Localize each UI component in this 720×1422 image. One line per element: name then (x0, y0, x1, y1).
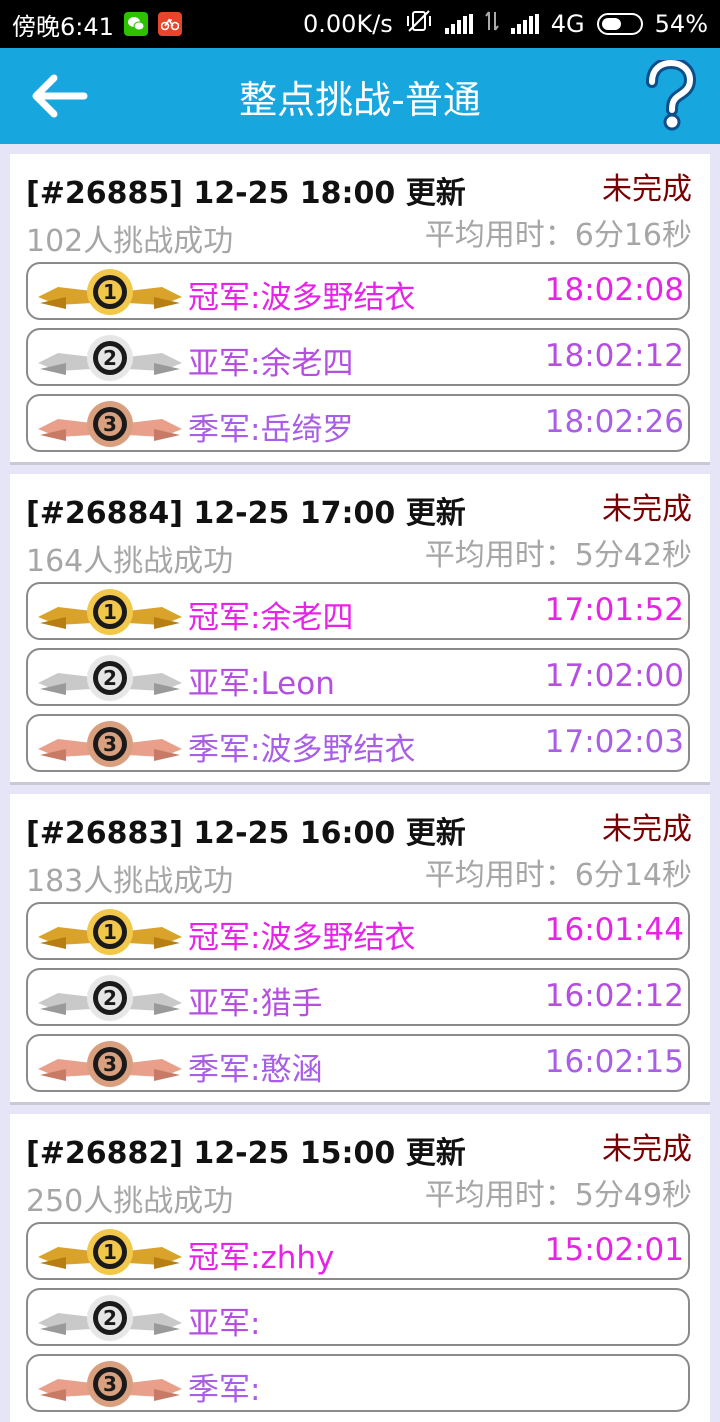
rank-row-runner-up[interactable]: 2 亚军:余老四 18:02:12 (26, 328, 690, 386)
challenge-heading: [#26882] 12-25 15:00 更新 (26, 1136, 466, 1171)
bronze-medal-icon: 3 (38, 1041, 182, 1087)
success-count: 164人挑战成功 (26, 544, 234, 579)
rank-finish-time: 18:02:26 (544, 404, 684, 440)
battery-icon (596, 13, 643, 35)
rank-player-name: 冠军:波多野结衣 (188, 280, 416, 316)
challenge-card[interactable]: [#26883] 12-25 16:00 更新 未完成 183人挑战成功 平均用时：6… (10, 794, 710, 1102)
success-count: 183人挑战成功 (26, 864, 234, 899)
app-notification-icon (157, 12, 182, 36)
rank-finish-time: 16:02:15 (544, 1044, 684, 1080)
svg-text:3: 3 (103, 1372, 117, 1396)
challenge-status: 未完成 (602, 172, 692, 207)
rank-finish-time: 16:01:44 (544, 912, 684, 948)
svg-text:2: 2 (103, 1306, 117, 1330)
rank-player-name: 季军:憨涵 (188, 1052, 323, 1088)
svg-text:1: 1 (103, 600, 117, 624)
data-arrows-icon (484, 10, 499, 38)
signal-icon (510, 14, 539, 34)
silver-medal-icon: 2 (38, 335, 182, 381)
success-count: 102人挑战成功 (26, 224, 234, 259)
svg-text:3: 3 (103, 412, 117, 436)
rank-row-champion[interactable]: 1 冠军:波多野结衣 16:01:44 (26, 902, 690, 960)
rank-player-name: 亚军:余老四 (188, 346, 354, 382)
average-time: 平均用时：6分16秒 (424, 218, 692, 253)
bronze-medal-icon: 3 (38, 1361, 182, 1407)
svg-text:3: 3 (103, 732, 117, 756)
svg-text:2: 2 (103, 346, 117, 370)
bronze-medal-icon: 3 (38, 721, 182, 767)
success-count: 250人挑战成功 (26, 1184, 234, 1219)
page-title: 整点挑战-普通 (239, 77, 481, 122)
average-time: 平均用时：6分14秒 (424, 858, 692, 893)
rank-finish-time: 15:02:01 (544, 1232, 684, 1268)
rank-finish-time: 17:02:03 (544, 724, 684, 760)
rank-player-name: 亚军: (188, 1306, 261, 1342)
challenge-card[interactable]: [#26885] 12-25 18:00 更新 未完成 102人挑战成功 平均用时：6… (10, 154, 710, 462)
rank-player-name: 冠军:波多野结衣 (188, 920, 416, 956)
rank-finish-time: 16:02:12 (544, 978, 684, 1014)
rank-row-champion[interactable]: 1 冠军:余老四 17:01:52 (26, 582, 690, 640)
rank-row-runner-up[interactable]: 2 亚军:Leon 17:02:00 (26, 648, 690, 706)
challenge-heading: [#26885] 12-25 18:00 更新 (26, 176, 466, 211)
rank-player-name: 季军:波多野结衣 (188, 732, 416, 768)
rank-row-third[interactable]: 3 季军: (26, 1354, 690, 1412)
svg-text:1: 1 (103, 280, 117, 304)
svg-text:2: 2 (103, 666, 117, 690)
battery-percent: 54% (654, 10, 708, 38)
rank-finish-time: 17:02:00 (544, 658, 684, 694)
rank-player-name: 冠军:zhhy (188, 1240, 335, 1276)
challenge-card[interactable]: [#26882] 12-25 15:00 更新 未完成 250人挑战成功 平均用时：5… (10, 1114, 710, 1422)
status-time: 傍晚6:41 (12, 12, 114, 41)
challenge-heading: [#26884] 12-25 17:00 更新 (26, 496, 466, 531)
mute-vibrate-icon (405, 9, 433, 39)
rank-player-name: 季军:岳绮罗 (188, 412, 354, 448)
rank-row-champion[interactable]: 1 冠军:波多野结衣 18:02:08 (26, 262, 690, 320)
challenge-status: 未完成 (602, 492, 692, 527)
rank-row-third[interactable]: 3 季军:波多野结衣 17:02:03 (26, 714, 690, 772)
average-time: 平均用时：5分49秒 (424, 1178, 692, 1213)
silver-medal-icon: 2 (38, 655, 182, 701)
rank-finish-time: 18:02:12 (544, 338, 684, 374)
app-bar: 整点挑战-普通 (0, 48, 720, 144)
svg-text:2: 2 (103, 986, 117, 1010)
network-type: 4G (550, 10, 585, 38)
rank-player-name: 亚军:Leon (188, 666, 335, 702)
challenge-status: 未完成 (602, 812, 692, 847)
silver-medal-icon: 2 (38, 1295, 182, 1341)
rank-player-name: 冠军:余老四 (188, 600, 354, 636)
svg-text:3: 3 (103, 1052, 117, 1076)
silver-medal-icon: 2 (38, 975, 182, 1021)
back-button[interactable] (30, 74, 90, 118)
rank-player-name: 亚军:猎手 (188, 986, 323, 1022)
svg-text:1: 1 (103, 920, 117, 944)
challenge-heading: [#26883] 12-25 16:00 更新 (26, 816, 466, 851)
challenge-card[interactable]: [#26884] 12-25 17:00 更新 未完成 164人挑战成功 平均用时：5… (10, 474, 710, 782)
help-button[interactable] (642, 56, 698, 132)
gold-medal-icon: 1 (38, 909, 182, 955)
net-speed: 0.00K/s (303, 10, 393, 38)
rank-finish-time: 17:01:52 (544, 592, 684, 628)
gold-medal-icon: 1 (38, 269, 182, 315)
gold-medal-icon: 1 (38, 1229, 182, 1275)
bronze-medal-icon: 3 (38, 401, 182, 447)
rank-row-runner-up[interactable]: 2 亚军:猎手 16:02:12 (26, 968, 690, 1026)
wechat-icon (123, 12, 148, 36)
arrow-left-icon (32, 74, 88, 118)
gold-medal-icon: 1 (38, 589, 182, 635)
rank-row-third[interactable]: 3 季军:岳绮罗 18:02:26 (26, 394, 690, 452)
rank-player-name: 季军: (188, 1372, 261, 1408)
rank-finish-time: 18:02:08 (544, 272, 684, 308)
question-mark-icon (646, 56, 697, 131)
status-bar: 傍晚6:41 0.00K/s 4G 54% (0, 0, 720, 48)
rank-row-runner-up[interactable]: 2 亚军: (26, 1288, 690, 1346)
svg-text:1: 1 (103, 1240, 117, 1264)
signal-icon (444, 14, 473, 34)
rank-row-champion[interactable]: 1 冠军:zhhy 15:02:01 (26, 1222, 690, 1280)
average-time: 平均用时：5分42秒 (424, 538, 692, 573)
challenge-status: 未完成 (602, 1132, 692, 1167)
rank-row-third[interactable]: 3 季军:憨涵 16:02:15 (26, 1034, 690, 1092)
